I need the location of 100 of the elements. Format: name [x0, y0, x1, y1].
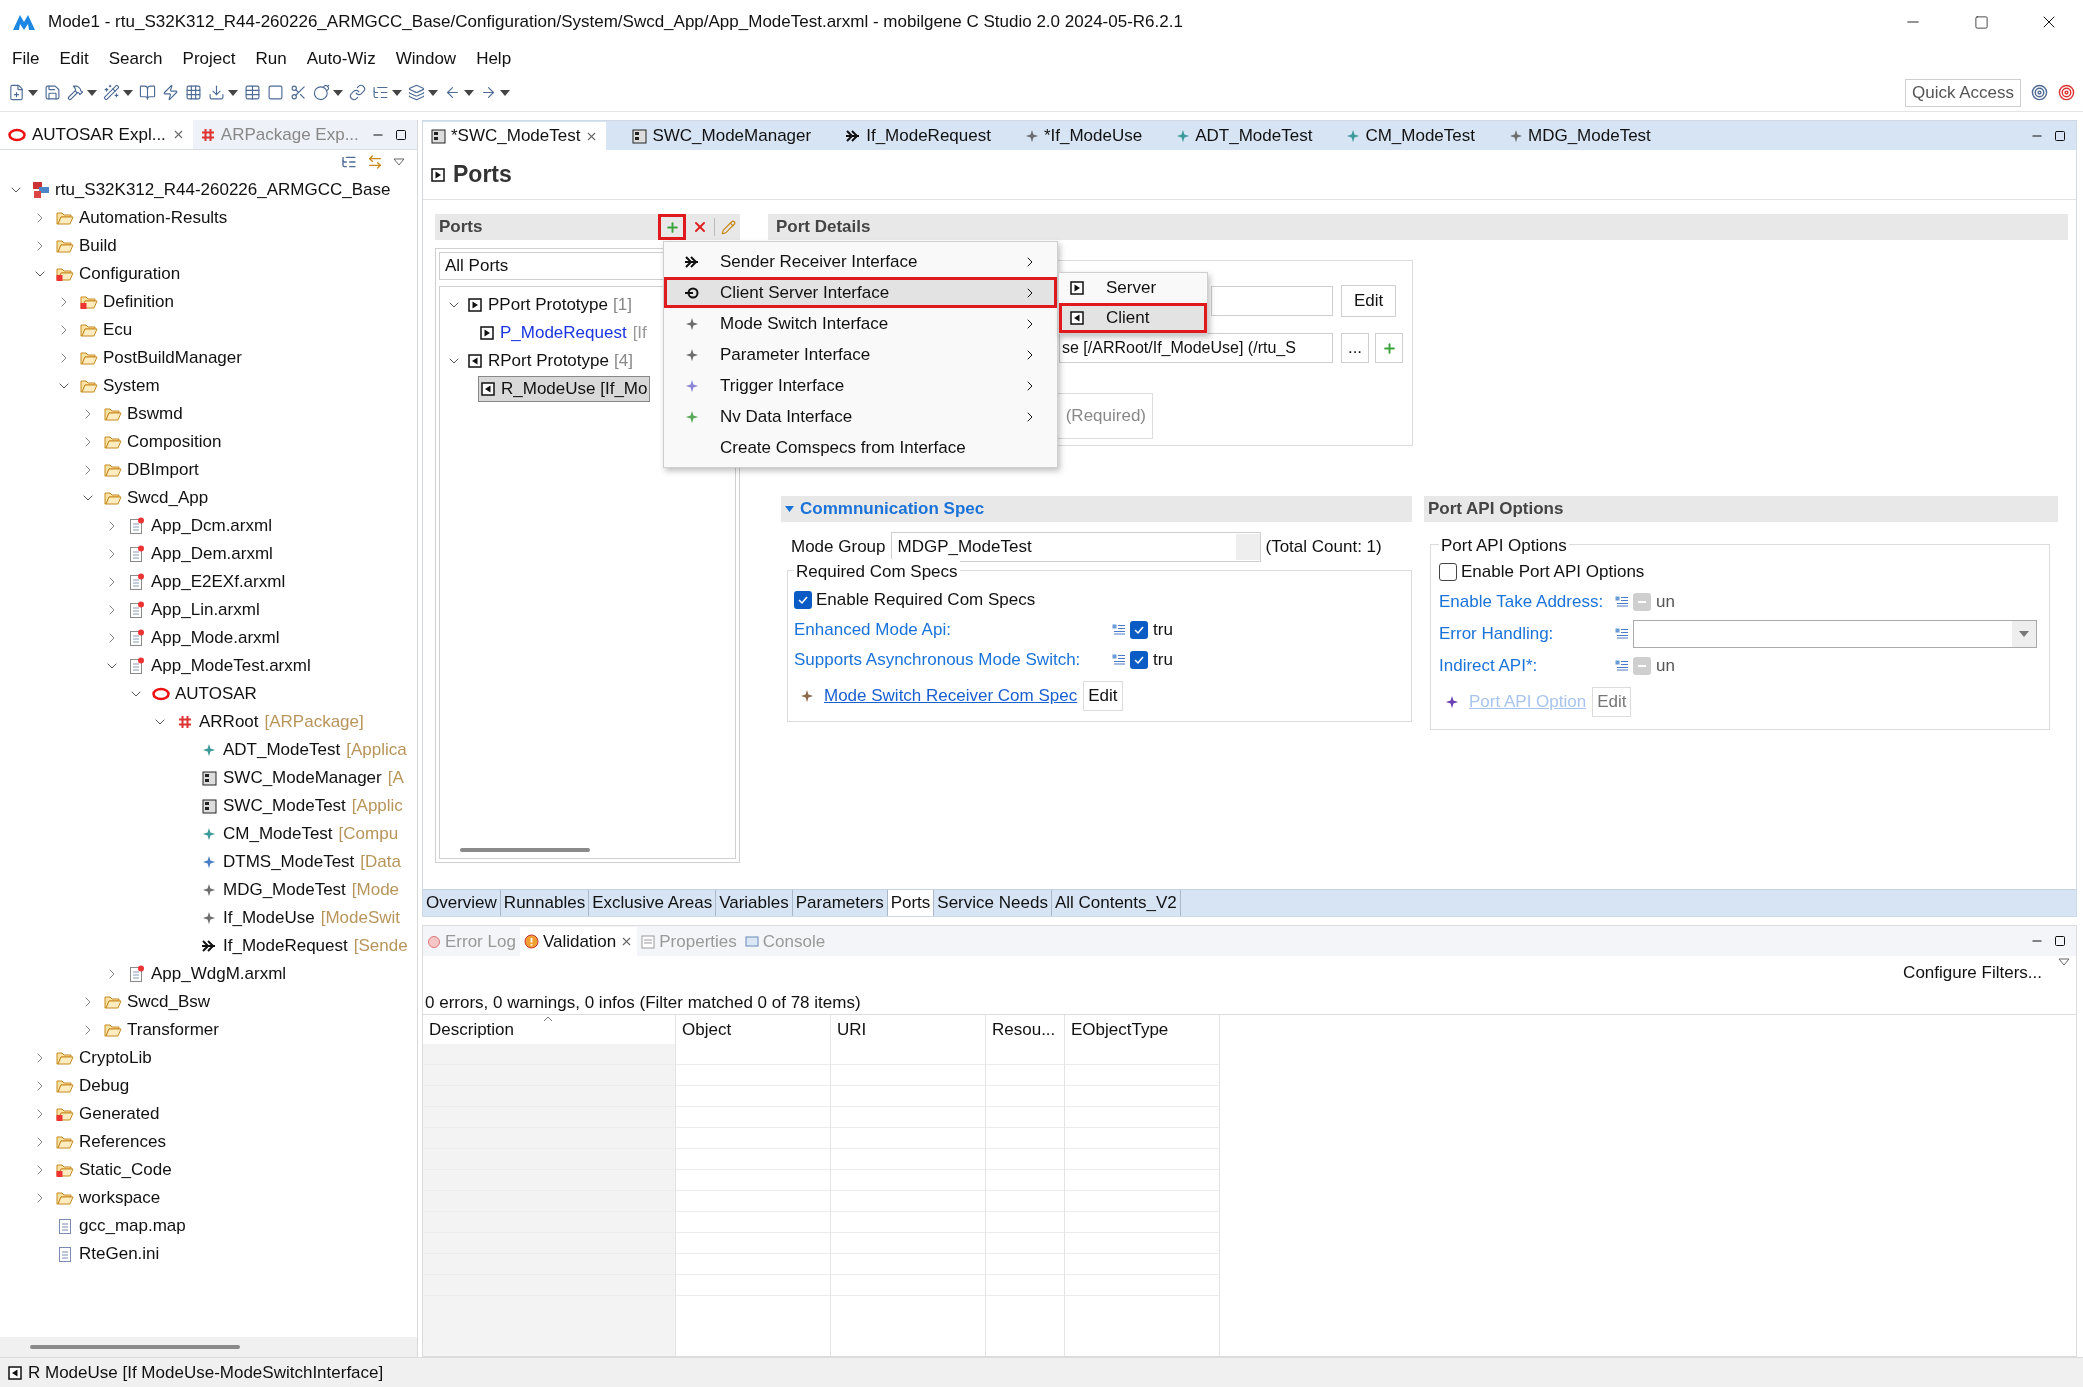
menu-item[interactable]: Search — [100, 46, 171, 72]
menu-item[interactable]: Edit — [51, 46, 97, 72]
tree-item[interactable]: CM_ModeTest — [223, 821, 333, 847]
tree-item[interactable]: Swcd_App — [127, 485, 209, 511]
maximize-icon[interactable] — [395, 128, 407, 141]
tree-item[interactable]: Transformer — [127, 1017, 219, 1043]
view-tab[interactable]: Validation — [519, 927, 638, 956]
target-icon[interactable] — [2058, 84, 2075, 101]
menu-item[interactable]: File — [4, 46, 48, 72]
delete-icon[interactable] — [692, 219, 708, 235]
tree-item[interactable]: PostBuildManager — [103, 345, 242, 371]
tree-item[interactable]: Static_Code — [79, 1157, 172, 1183]
port-item[interactable]: P_ModeRequest [If — [478, 320, 649, 346]
tree-item[interactable]: RteGen.ini — [79, 1241, 160, 1267]
view-menu-icon[interactable] — [2058, 958, 2070, 966]
add-icon[interactable] — [1381, 340, 1397, 356]
tree-item[interactable]: Debug — [79, 1073, 130, 1099]
tree-item[interactable]: App_Lin.arxml — [151, 597, 260, 623]
save-icon[interactable] — [44, 84, 61, 101]
browse-button[interactable]: ... — [1341, 333, 1369, 363]
target-icon[interactable] — [2031, 84, 2048, 101]
menu-item[interactable]: Client Server Interface — [664, 277, 1057, 308]
tree-item[interactable]: AUTOSAR — [175, 681, 257, 707]
quick-access-field[interactable]: Quick Access — [1904, 78, 2021, 107]
mode-group-field[interactable]: MDGP_ModeTest — [890, 532, 1261, 562]
hammer-icon[interactable] — [67, 84, 84, 101]
caret-icon[interactable] — [428, 89, 438, 96]
grid-icon[interactable] — [185, 84, 202, 101]
column-header[interactable]: Resou... — [986, 1015, 1065, 1044]
menu-item[interactable]: Mode Switch Interface — [664, 308, 1057, 339]
menu-item[interactable]: Parameter Interface — [664, 339, 1057, 370]
editor-tab[interactable]: CM_ModeTest — [1338, 122, 1483, 150]
caret-icon[interactable] — [87, 89, 97, 96]
menu-item[interactable]: Server — [1059, 273, 1207, 303]
caret-icon[interactable] — [28, 89, 38, 96]
page-tab[interactable]: Runnables — [500, 890, 590, 916]
port-item[interactable]: R_ModeUse [If_Mo — [478, 376, 651, 402]
page-tab[interactable]: All Contents_V2 — [1051, 890, 1181, 916]
layers-icon[interactable] — [408, 84, 425, 101]
collapse-all-icon[interactable] — [341, 154, 357, 170]
caret-icon[interactable] — [500, 89, 510, 96]
tree-item[interactable]: Generated — [79, 1101, 160, 1127]
tree-item[interactable]: ARRoot — [199, 709, 259, 735]
tree-item[interactable]: SWC_ModeManager — [223, 765, 382, 791]
new-file-icon[interactable] — [8, 84, 25, 101]
editor-tab[interactable]: If_ModeRequest — [837, 122, 999, 150]
tree-item[interactable]: PPort Prototype — [488, 292, 608, 318]
tree-item[interactable]: Definition — [103, 289, 174, 315]
edit-button[interactable]: Edit — [1592, 686, 1632, 717]
menu-item[interactable]: Nv Data Interface — [664, 401, 1057, 432]
tree-item[interactable]: Ecu — [103, 317, 133, 343]
add-icon[interactable] — [664, 219, 680, 235]
menu-item[interactable]: Project — [174, 46, 244, 72]
editor-tab[interactable]: MDG_ModeTest — [1501, 122, 1659, 150]
tree-item[interactable]: Build — [79, 233, 117, 259]
tree-item[interactable]: If_ModeRequest — [223, 933, 348, 959]
scrollbar-thumb[interactable] — [460, 848, 590, 852]
tree-item[interactable]: Swcd_Bsw — [127, 989, 211, 1015]
edit-button[interactable]: Edit — [1341, 285, 1397, 317]
menu-item[interactable]: Client — [1059, 303, 1207, 333]
tree-item[interactable]: App_Dem.arxml — [151, 541, 273, 567]
caret-icon[interactable] — [333, 89, 343, 96]
menu-item[interactable]: Auto-Wiz — [298, 46, 384, 72]
tree-item[interactable]: Composition — [127, 429, 222, 455]
tree-item[interactable]: System — [103, 373, 160, 399]
link[interactable]: Mode Switch Receiver Com Spec — [824, 682, 1078, 709]
tree-list-icon[interactable] — [372, 84, 389, 101]
view-tab[interactable]: AUTOSAR Expl... — [0, 120, 193, 149]
view-menu-icon[interactable] — [393, 158, 405, 166]
editor-tab[interactable]: *If_ModeUse — [1016, 122, 1151, 150]
page-tab[interactable]: Parameters — [792, 890, 888, 916]
menu-item[interactable]: Trigger Interface — [664, 370, 1057, 401]
page-tab[interactable]: Exclusive Areas — [589, 890, 717, 916]
tree-item[interactable]: Bswmd — [127, 401, 183, 427]
checkbox[interactable] — [1439, 562, 1457, 581]
checkbox[interactable] — [1130, 650, 1148, 669]
tree-item[interactable]: App_E2EXf.arxml — [151, 569, 286, 595]
scrollbar-thumb[interactable] — [30, 1345, 240, 1349]
menu-item[interactable]: Window — [387, 46, 465, 72]
book-icon[interactable] — [139, 84, 156, 101]
tree-item[interactable]: SWC_ModeTest — [223, 793, 346, 819]
wand-icon[interactable] — [103, 84, 120, 101]
column-header[interactable]: Object — [676, 1015, 831, 1044]
page-tab[interactable]: Overview — [423, 890, 501, 916]
menu-item[interactable]: Run — [247, 46, 295, 72]
tree-item[interactable]: RPort Prototype — [488, 348, 609, 374]
tree-item[interactable]: gcc_map.map — [79, 1213, 186, 1239]
lightning-icon[interactable] — [162, 84, 179, 101]
menu-item[interactable]: Create Comspecs from Interface — [664, 432, 1057, 463]
section-header[interactable]: Commnunication Spec — [781, 496, 1412, 522]
edit-button[interactable]: Edit — [1083, 680, 1123, 711]
page-tab[interactable]: Variables — [716, 890, 793, 916]
input-field[interactable] — [1211, 286, 1333, 316]
editor-tab[interactable]: *SWC_ModeTest — [423, 122, 607, 150]
caret-icon[interactable] — [123, 89, 133, 96]
column-header[interactable]: URI — [831, 1015, 986, 1044]
checkbox[interactable] — [794, 590, 812, 609]
link-icon[interactable] — [349, 84, 366, 101]
checkbox[interactable] — [1130, 620, 1148, 639]
editor-tab[interactable]: SWC_ModeManager — [624, 122, 820, 150]
